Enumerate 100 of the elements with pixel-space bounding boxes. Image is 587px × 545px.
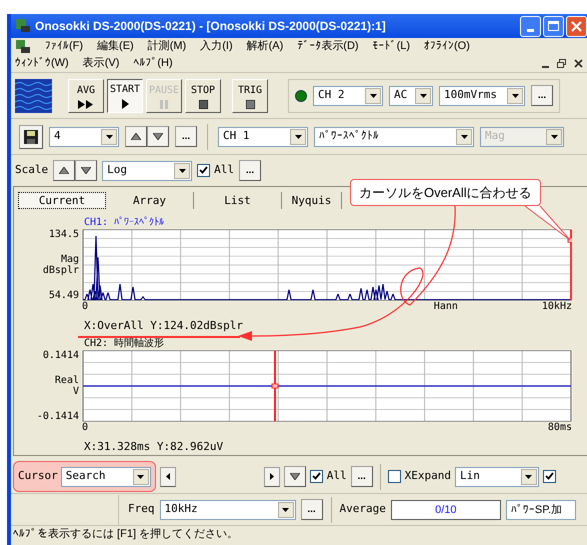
dropdown-button[interactable] — [507, 88, 523, 104]
menu-item[interactable]: ﾓｰﾄﾞ(L) — [372, 38, 410, 55]
toolbar-button[interactable]: AVG — [68, 78, 104, 112]
caret-icon — [294, 134, 302, 138]
dropdown-button[interactable] — [174, 162, 190, 178]
menu-item[interactable]: ﾍﾙﾌﾟ(H) — [133, 55, 173, 72]
dropdown-field[interactable]: CH 1 — [218, 126, 308, 146]
dropdown-button[interactable] — [290, 128, 306, 144]
cursor-label: Cursor — [18, 468, 58, 484]
caret-icon — [370, 94, 376, 98]
play-icon — [122, 99, 128, 109]
menu-item[interactable]: ｳｨﾝﾄﾞｳ(W) — [15, 55, 69, 72]
menu-item[interactable]: 表示(V) — [82, 55, 120, 72]
toolbar-button[interactable]: START — [107, 78, 143, 112]
menu-item[interactable]: ﾃﾞｰﾀ表示(D) — [297, 38, 359, 55]
cursor-readout: X:OverAll Y:124.02dBsplr — [84, 319, 244, 332]
close-button[interactable] — [566, 16, 587, 36]
dropdown-field[interactable]: Log — [102, 160, 192, 180]
check-icon — [544, 472, 554, 481]
right-arrow-icon — [270, 473, 274, 480]
status-led-icon — [295, 90, 307, 102]
caret-icon — [282, 508, 289, 512]
x-max-label: 10kHz — [542, 301, 572, 313]
down-button[interactable] — [147, 126, 169, 147]
save-button[interactable] — [19, 124, 43, 148]
down-triangle-icon — [153, 133, 163, 140]
dropdown-button[interactable] — [101, 128, 117, 144]
caret-icon — [525, 474, 532, 478]
caret-icon — [178, 168, 186, 172]
down-triangle-icon — [290, 473, 300, 480]
more-button[interactable]: ... — [175, 126, 197, 147]
dropdown-button[interactable] — [520, 468, 537, 484]
dropdown-field[interactable]: 4 — [49, 126, 119, 146]
y-axis-label: dBsplr — [42, 265, 79, 276]
checkbox[interactable] — [197, 164, 210, 177]
left-arrow-icon — [166, 473, 170, 480]
menu-item[interactable]: 編集(E) — [97, 38, 134, 55]
previous-button[interactable] — [160, 466, 176, 486]
save-icon — [24, 130, 38, 144]
checkbox-label: All — [214, 162, 234, 178]
checkbox-label: XExpand — [404, 468, 451, 484]
toolbar-button[interactable]: TRIG — [232, 78, 268, 112]
caret-icon — [420, 94, 426, 98]
more-button[interactable]: ... — [350, 466, 373, 487]
menu-item[interactable]: 解析(A) — [246, 38, 284, 55]
more-button[interactable]: ... — [300, 499, 322, 520]
caret-icon — [460, 134, 468, 138]
menu-item[interactable]: ｵﾌﾗｲﾝ(O) — [424, 38, 470, 55]
chart-title: CH1: ﾊﾟﾜｰｽﾍﾟｸﾄﾙ — [84, 217, 166, 229]
up-button[interactable] — [125, 126, 147, 147]
dropdown-field[interactable]: CH 2 — [313, 86, 383, 106]
caret-icon — [512, 94, 518, 98]
dropdown-button[interactable] — [456, 128, 472, 144]
dropdown-field[interactable]: Search — [60, 466, 151, 486]
y-max-label: 0.1414 — [42, 350, 79, 361]
dropdown-field[interactable]: AC — [389, 86, 433, 106]
minimize-button[interactable] — [520, 16, 541, 36]
window-title: Onosokki DS-2000(DS-0221) - [Onosokki DS-2000(DS-0221):1] — [35, 18, 386, 35]
mdi-close-icon[interactable] — [574, 59, 583, 68]
dropdown-field[interactable]: ﾊﾟﾜｰｽﾍﾟｸﾄﾙ — [314, 126, 474, 146]
average-mode-field: ﾊﾟﾜｰSP.加 — [506, 500, 576, 520]
up-triangle-icon — [131, 133, 141, 140]
menu-item[interactable]: ﾌｧｲﾙ(F) — [45, 38, 84, 55]
y-axis-label: V — [72, 386, 79, 397]
maximize-button[interactable] — [543, 16, 564, 36]
checkbox[interactable] — [310, 470, 323, 483]
cursor-readout: X:31.328ms Y:82.962uV — [84, 440, 224, 453]
waveform-monitor-icon — [15, 78, 52, 112]
x-max-label: 80ms — [548, 422, 572, 434]
more-button[interactable]: ... — [531, 85, 553, 106]
toolbar-button[interactable]: STOP — [185, 78, 221, 112]
down-button[interactable] — [284, 466, 306, 487]
dropdown-field[interactable]: 100mVrms — [439, 86, 525, 106]
app-icon — [15, 18, 31, 34]
x-min-label: 0 — [82, 301, 88, 313]
dropdown-button[interactable] — [278, 502, 294, 518]
check-icon — [312, 472, 321, 481]
check-icon — [199, 166, 208, 175]
menu-item[interactable]: 入力(I) — [200, 38, 233, 55]
tab[interactable]: Current — [18, 192, 106, 209]
caret-icon — [137, 474, 144, 478]
dropdown-field[interactable]: 10kHz — [160, 500, 296, 520]
dropdown-button[interactable] — [415, 88, 431, 104]
y-axis-label: Mag — [60, 254, 79, 265]
more-button[interactable]: ... — [239, 160, 261, 181]
average-count: 0/10 — [390, 500, 501, 520]
fast-forward-icon — [78, 100, 94, 108]
caret-icon — [550, 134, 558, 138]
next-button[interactable] — [264, 466, 280, 486]
chart-title: CH2: 時間軸波形 — [84, 338, 166, 350]
mdi-restore-icon[interactable] — [557, 59, 566, 68]
checkbox[interactable] — [388, 470, 401, 483]
checkbox[interactable] — [542, 470, 556, 483]
y-min-label: -0.1414 — [36, 411, 79, 422]
menu-item[interactable]: 計測(M) — [148, 38, 186, 55]
dropdown-button[interactable] — [365, 88, 381, 104]
up-button[interactable] — [53, 160, 76, 181]
down-button[interactable] — [75, 160, 98, 181]
dropdown-button[interactable] — [132, 468, 149, 484]
dropdown-field[interactable]: Lin — [454, 466, 539, 486]
